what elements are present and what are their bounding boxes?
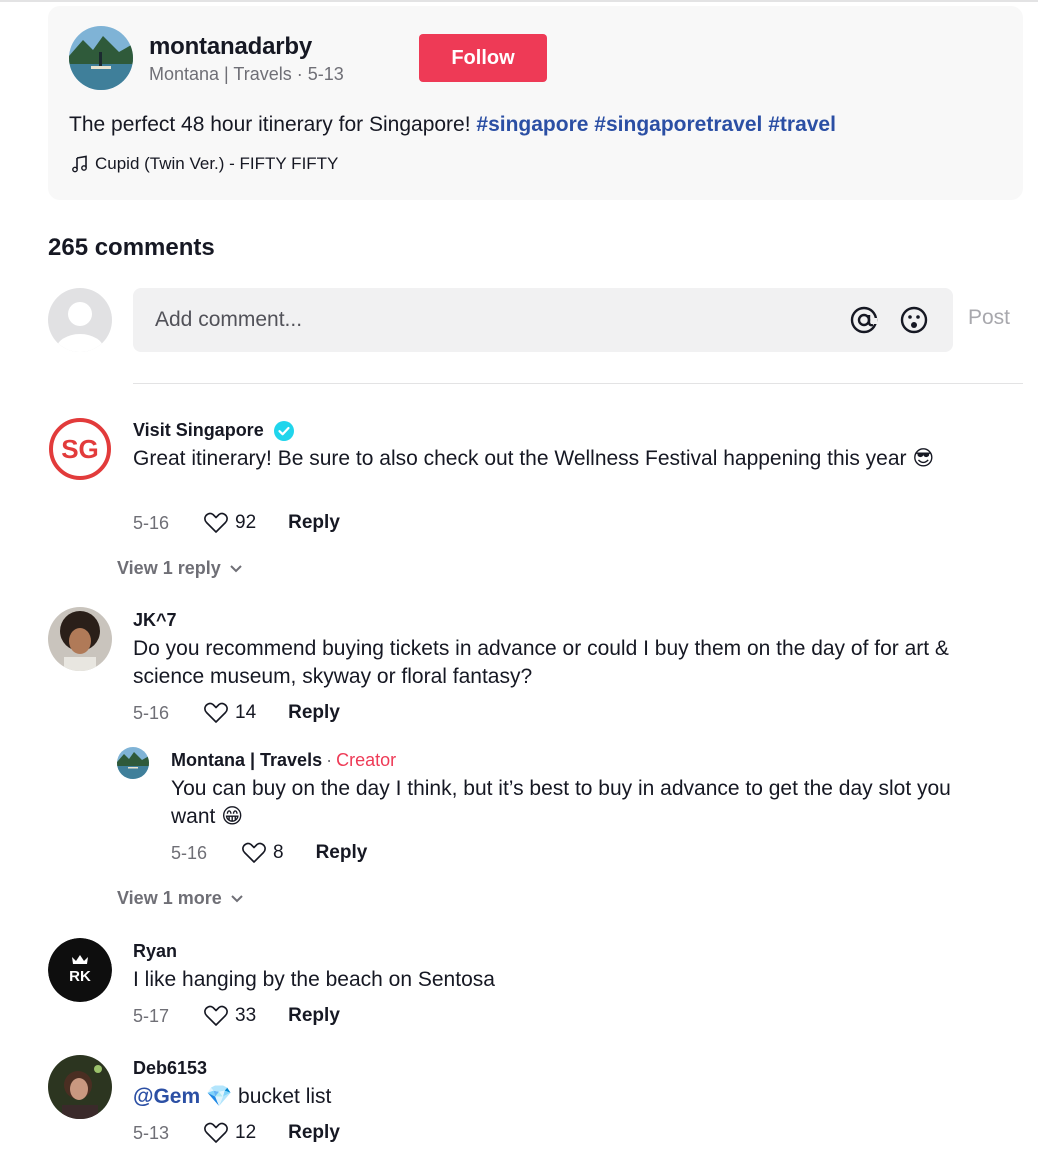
reply-meta: 5-16 8 Reply bbox=[171, 840, 367, 866]
comment-date: 5-13 bbox=[133, 1122, 170, 1143]
reply-button[interactable]: Reply bbox=[288, 1122, 340, 1144]
music-note-icon bbox=[72, 155, 87, 173]
comment-meta: 5-13 12 Reply bbox=[133, 1120, 340, 1146]
view-replies-button[interactable]: View 1 reply bbox=[117, 558, 243, 579]
comment-emoji: 😎 bbox=[912, 447, 935, 470]
reply-body: You can buy on the day I think, but it’s… bbox=[171, 777, 951, 828]
like-count: 92 bbox=[235, 512, 257, 533]
view-more-button[interactable]: View 1 more bbox=[117, 888, 244, 909]
view-replies-label: View 1 reply bbox=[117, 558, 221, 578]
like-count: 14 bbox=[235, 702, 257, 723]
view-more-label: View 1 more bbox=[117, 888, 222, 908]
comment-meta: 5-16 14 Reply bbox=[133, 700, 340, 726]
hashtag-link[interactable]: #travel bbox=[768, 113, 836, 136]
comment-input[interactable] bbox=[155, 288, 835, 352]
like-count: 8 bbox=[273, 842, 284, 863]
verified-badge-icon bbox=[273, 420, 294, 441]
comment-author[interactable]: Deb6153 bbox=[133, 1058, 207, 1079]
reply-button[interactable]: Reply bbox=[288, 1005, 340, 1027]
like-count: 12 bbox=[235, 1122, 257, 1143]
post-caption: The perfect 48 hour itinerary for Singap… bbox=[69, 113, 836, 137]
comment-body: I like hanging by the beach on Sentosa bbox=[133, 968, 495, 991]
author-subtitle: Montana | Travels · 5-13 bbox=[149, 64, 344, 85]
reply-button[interactable]: Reply bbox=[316, 842, 368, 864]
hashtag-link[interactable]: #singapore bbox=[476, 113, 588, 136]
composer-divider bbox=[133, 383, 1023, 384]
heart-icon bbox=[204, 702, 228, 723]
comment-author-name[interactable]: Ryan bbox=[133, 941, 177, 962]
comment-author[interactable]: Visit Singapore bbox=[133, 420, 294, 441]
like-button[interactable]: 14 bbox=[203, 701, 256, 725]
comment-meta: 5-17 33 Reply bbox=[133, 1003, 340, 1029]
reply-emoji: 😁 bbox=[221, 805, 244, 828]
like-button[interactable]: 92 bbox=[203, 511, 256, 535]
chevron-down-icon bbox=[231, 894, 243, 902]
hashtag-link[interactable]: #singaporetravel bbox=[594, 113, 762, 136]
comment-text: Great itinerary! Be sure to also check o… bbox=[133, 445, 1003, 473]
badge-separator: · bbox=[326, 750, 333, 770]
comment-author[interactable]: Ryan bbox=[133, 941, 177, 962]
heart-icon bbox=[204, 1122, 228, 1143]
author-avatar[interactable] bbox=[69, 26, 133, 90]
logo-text: RK bbox=[69, 968, 91, 985]
comment-date: 5-16 bbox=[133, 702, 170, 723]
comment-date: 5-16 bbox=[133, 512, 170, 533]
mention-icon[interactable] bbox=[849, 305, 879, 335]
logo-text: SG bbox=[61, 434, 99, 464]
comment-body: Do you recommend buying tickets in advan… bbox=[133, 637, 949, 688]
comment-body: Great itinerary! Be sure to also check o… bbox=[133, 447, 907, 470]
reply-button[interactable]: Reply bbox=[288, 702, 340, 724]
comment-body: bucket list bbox=[238, 1085, 332, 1108]
reply-date: 5-16 bbox=[171, 842, 208, 863]
reply-author-avatar[interactable] bbox=[117, 747, 149, 779]
follow-button[interactable]: Follow bbox=[419, 34, 547, 82]
post-date: 5-13 bbox=[307, 64, 344, 84]
reply-text: You can buy on the day I think, but it’s… bbox=[171, 775, 1001, 831]
comment-composer bbox=[133, 288, 953, 352]
heart-icon bbox=[242, 842, 266, 863]
commenter-avatar[interactable] bbox=[48, 1055, 112, 1119]
creator-badge: Creator bbox=[336, 750, 397, 770]
commenter-avatar[interactable]: SG bbox=[48, 417, 112, 481]
author-display-name: Montana | Travels bbox=[149, 64, 292, 84]
commenter-avatar[interactable]: RK bbox=[48, 938, 112, 1002]
music-link[interactable]: Cupid (Twin Ver.) - FIFTY FIFTY bbox=[71, 154, 338, 174]
reply-author-name[interactable]: Montana | Travels bbox=[171, 750, 322, 771]
post-card: montanadarby Montana | Travels · 5-13 Fo… bbox=[48, 6, 1023, 200]
comment-text: Do you recommend buying tickets in advan… bbox=[133, 635, 1003, 691]
post-button[interactable]: Post bbox=[968, 306, 1010, 330]
comment-author-name[interactable]: Visit Singapore bbox=[133, 420, 264, 441]
comment-meta: 5-16 92 Reply bbox=[133, 510, 340, 536]
top-divider bbox=[0, 0, 1038, 2]
comment-text: @Gem 💎 bucket list bbox=[133, 1083, 1003, 1111]
like-button[interactable]: 8 bbox=[241, 841, 284, 865]
author-username[interactable]: montanadarby bbox=[149, 33, 312, 61]
current-user-avatar bbox=[48, 288, 112, 352]
chevron-down-icon bbox=[230, 564, 242, 572]
comment-author-name[interactable]: JK^7 bbox=[133, 610, 177, 631]
commenter-avatar[interactable] bbox=[48, 607, 112, 671]
reply-button[interactable]: Reply bbox=[288, 512, 340, 534]
like-button[interactable]: 33 bbox=[203, 1004, 256, 1028]
subtitle-separator: · bbox=[296, 64, 303, 84]
heart-icon bbox=[204, 1005, 228, 1026]
comment-author[interactable]: JK^7 bbox=[133, 610, 177, 631]
music-title: Cupid (Twin Ver.) - FIFTY FIFTY bbox=[95, 154, 339, 173]
emoji-icon[interactable] bbox=[899, 305, 929, 335]
comment-text: I like hanging by the beach on Sentosa bbox=[133, 966, 1003, 994]
reply-author[interactable]: Montana | Travels · Creator bbox=[171, 750, 396, 771]
like-button[interactable]: 12 bbox=[203, 1121, 256, 1145]
comment-count: 265 comments bbox=[48, 234, 215, 261]
caption-text: The perfect 48 hour itinerary for Singap… bbox=[69, 113, 471, 136]
comment-emoji: 💎 bbox=[206, 1085, 233, 1108]
mention-link[interactable]: @Gem bbox=[133, 1085, 200, 1108]
comment-author-name[interactable]: Deb6153 bbox=[133, 1058, 207, 1079]
like-count: 33 bbox=[235, 1005, 257, 1026]
heart-icon bbox=[204, 512, 228, 533]
comment-date: 5-17 bbox=[133, 1005, 170, 1026]
